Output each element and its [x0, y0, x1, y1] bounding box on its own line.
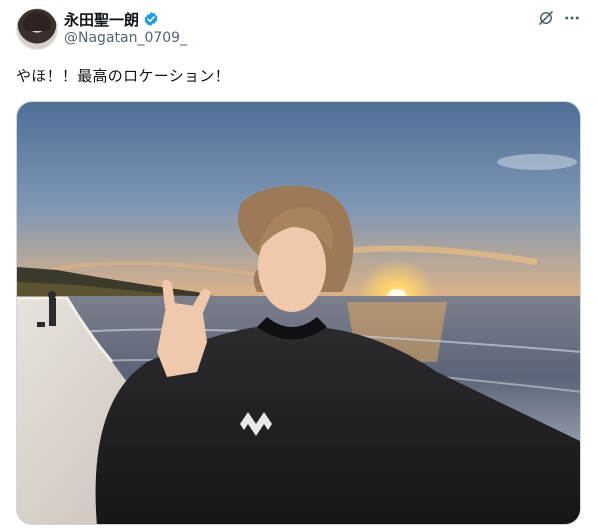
- author-avatar[interactable]: [16, 8, 58, 50]
- avatar-hair: [23, 13, 51, 31]
- tweet-photo[interactable]: [16, 101, 581, 525]
- author-display-name[interactable]: 永田聖一朗: [64, 9, 139, 30]
- more-options-button[interactable]: [562, 10, 582, 30]
- tweet-text: やほ！！最高のロケーション！: [16, 67, 230, 85]
- author-name-row: 永田聖一朗: [64, 9, 159, 29]
- grok-button[interactable]: [536, 10, 556, 30]
- author-handle[interactable]: @Nagatan_0709_: [64, 30, 187, 46]
- sunset-beach-selfie-photo: [17, 102, 580, 524]
- grok-icon: [537, 9, 555, 31]
- more-options-icon: [563, 9, 581, 31]
- verified-badge-icon: [143, 11, 159, 27]
